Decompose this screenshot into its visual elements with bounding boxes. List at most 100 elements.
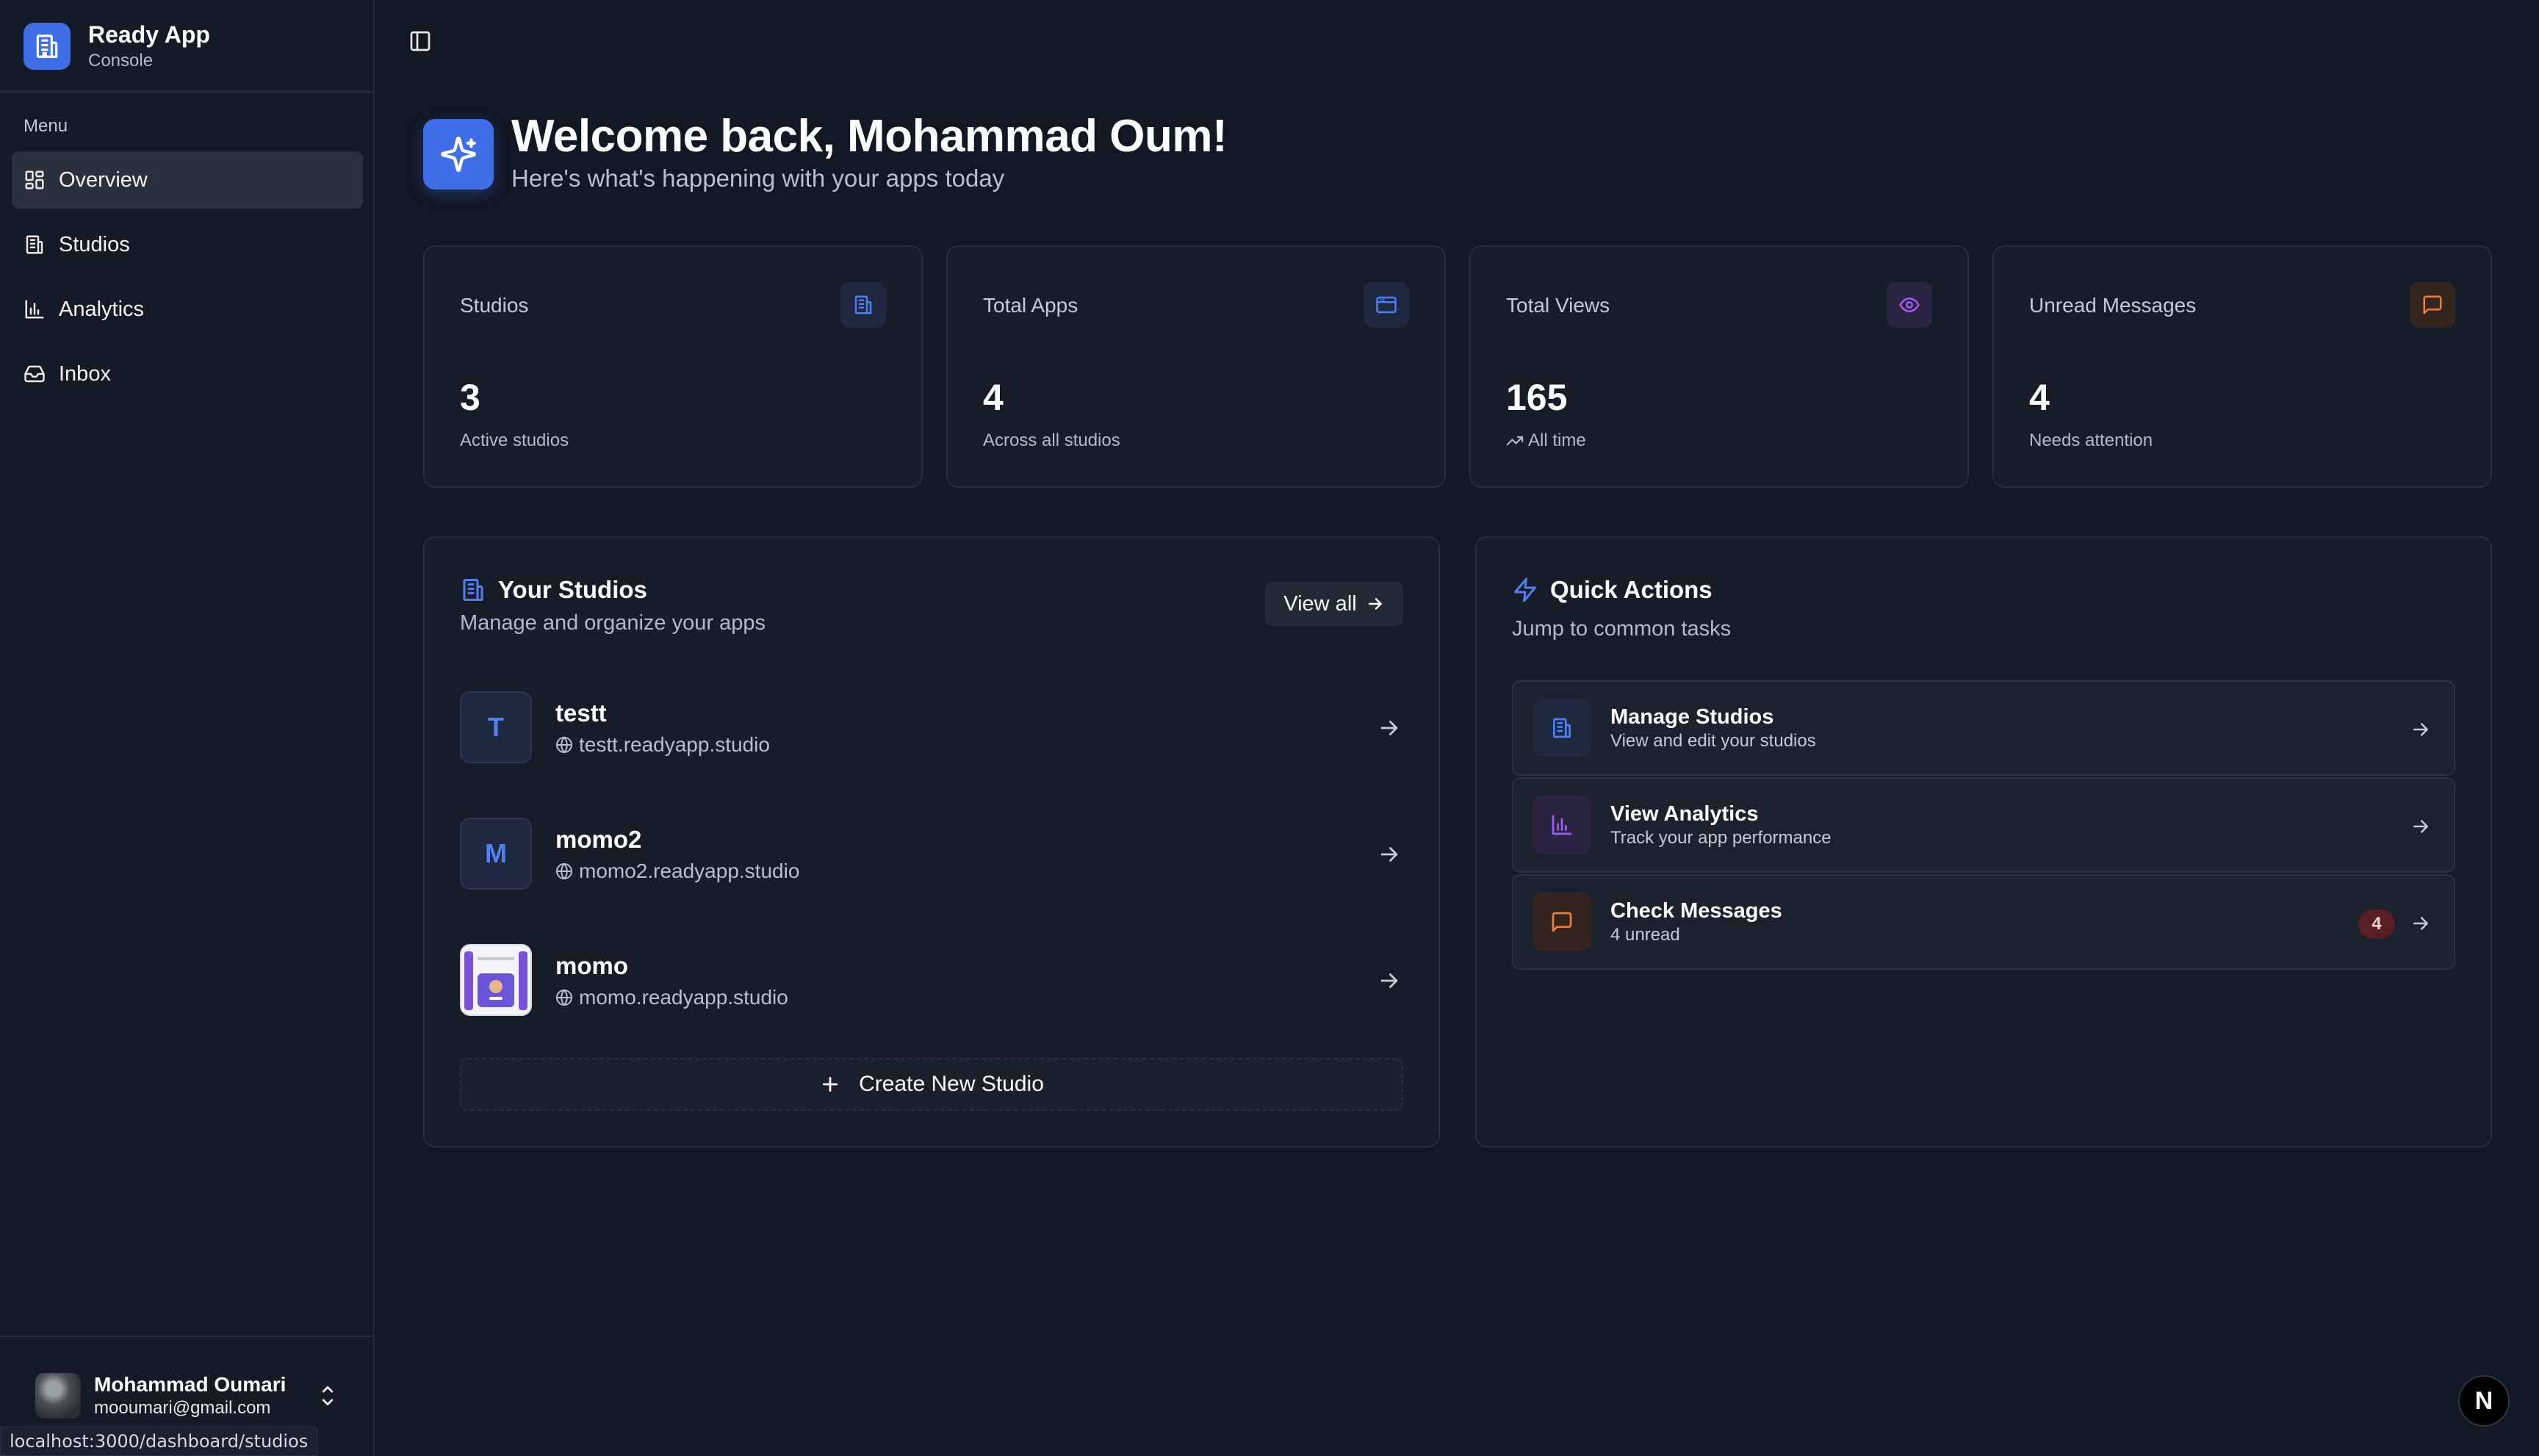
stat-value: 4 xyxy=(2029,377,2050,418)
studios-panel-subtitle: Manage and organize your apps xyxy=(460,611,766,635)
user-menu[interactable]: Mohammad Oumari mooumari@gmail.com xyxy=(35,1372,286,1419)
studio-domain-text: momo.readyapp.studio xyxy=(579,986,788,1009)
building-icon xyxy=(1533,699,1591,757)
studio-domain-text: momo2.readyapp.studio xyxy=(579,859,800,882)
studio-avatar: T xyxy=(460,691,532,763)
stat-title: Unread Messages xyxy=(2029,294,2197,317)
status-bar-url: localhost:3000/dashboard/studios xyxy=(0,1427,318,1456)
stat-card-total-views: Total Views 165 All time xyxy=(1469,245,1969,488)
stat-value: 3 xyxy=(460,377,480,418)
divider xyxy=(0,1336,375,1337)
stat-title: Total Apps xyxy=(983,294,1078,317)
inbox-icon xyxy=(24,365,45,383)
trending-up-icon xyxy=(1506,436,1524,446)
globe-icon xyxy=(556,863,572,879)
sidebar: Ready App Console Menu Overview Studios … xyxy=(0,0,375,1456)
quick-actions-subtitle: Jump to common tasks xyxy=(1512,617,1732,641)
studio-domain: momo2.readyapp.studio xyxy=(555,859,799,883)
arrow-right-icon[interactable] xyxy=(1377,968,1402,993)
stat-title: Studios xyxy=(460,294,529,317)
arrow-right-icon[interactable] xyxy=(1377,716,1402,740)
studio-name: momo2 xyxy=(555,826,642,853)
avatar xyxy=(35,1373,81,1419)
stat-caption: All time xyxy=(1506,430,1586,451)
section-title-text: Quick Actions xyxy=(1550,576,1713,603)
message-square-icon xyxy=(2410,282,2455,328)
brand-title: Ready App xyxy=(88,21,210,48)
quick-action-subtitle: 4 unread xyxy=(1610,925,1680,945)
studio-row-testt[interactable]: T testt testt.readyapp.studio xyxy=(460,691,1408,764)
sidebar-toggle-icon[interactable] xyxy=(408,29,432,53)
sidebar-item-analytics[interactable]: Analytics xyxy=(12,281,363,338)
studio-domain-text: testt.readyapp.studio xyxy=(579,733,770,756)
stat-card-total-apps: Total Apps 4 Across all studios xyxy=(946,245,1446,488)
brand-subtitle: Console xyxy=(88,51,154,71)
brand[interactable]: Ready App Console xyxy=(24,21,210,72)
building-icon xyxy=(840,282,886,328)
quick-actions-panel: Quick Actions Jump to common tasks Manag… xyxy=(1475,536,2492,1147)
studio-row-momo2[interactable]: M momo2 momo2.readyapp.studio xyxy=(460,817,1408,890)
sparkles-icon xyxy=(423,119,494,190)
create-new-studio-label: Create New Studio xyxy=(859,1072,1044,1096)
sidebar-item-overview[interactable]: Overview xyxy=(12,151,363,209)
divider xyxy=(0,91,375,93)
quick-action-manage-studios[interactable]: Manage Studios View and edit your studio… xyxy=(1512,680,2455,776)
bar-chart-icon xyxy=(1533,796,1591,854)
studio-avatar: M xyxy=(460,818,532,890)
stat-title: Total Views xyxy=(1506,294,1610,317)
studio-name: testt xyxy=(555,699,607,727)
quick-action-check-messages[interactable]: Check Messages 4 unread 4 xyxy=(1512,874,2455,970)
sidebar-item-label: Overview xyxy=(59,167,148,192)
arrow-right-icon xyxy=(2413,723,2428,736)
sidebar-item-studios[interactable]: Studios xyxy=(12,216,363,273)
studio-name: momo xyxy=(555,952,628,979)
stat-caption: Active studios xyxy=(460,430,569,451)
sidebar-item-label: Studios xyxy=(59,232,130,256)
quick-action-title: Check Messages xyxy=(1610,899,1782,923)
eye-icon xyxy=(1887,282,1932,328)
building-icon xyxy=(463,579,483,601)
sidebar-nav: Overview Studios Analytics Inbox xyxy=(12,151,363,410)
message-square-icon xyxy=(1533,893,1591,951)
stat-caption: Needs attention xyxy=(2029,430,2153,451)
user-name: Mohammad Oumari xyxy=(94,1373,287,1396)
create-new-studio-button[interactable]: Create New Studio xyxy=(460,1058,1403,1111)
stat-caption: Across all studios xyxy=(983,430,1120,451)
chevrons-up-down-icon[interactable] xyxy=(317,1381,338,1410)
zap-icon xyxy=(1514,577,1536,602)
stat-caption-text: Needs attention xyxy=(2029,430,2153,450)
globe-icon xyxy=(556,737,572,753)
quick-action-subtitle: Track your app performance xyxy=(1610,828,1832,848)
quick-actions-title: Quick Actions xyxy=(1512,576,1731,604)
view-all-button[interactable]: View all xyxy=(1265,582,1403,626)
unread-count-badge: 4 xyxy=(2358,909,2395,939)
nextjs-dev-indicator[interactable]: N xyxy=(2458,1375,2510,1427)
stat-card-studios: Studios 3 Active studios xyxy=(423,245,923,488)
stat-value: 4 xyxy=(983,377,1004,418)
studio-thumbnail xyxy=(460,944,532,1016)
layout-grid-icon xyxy=(25,170,44,190)
quick-action-title: View Analytics xyxy=(1610,802,1759,826)
section-title-text: Your Studios xyxy=(498,576,647,603)
quick-action-view-analytics[interactable]: View Analytics Track your app performanc… xyxy=(1512,777,2455,873)
studios-panel-title: Your Studios xyxy=(460,576,766,604)
view-all-label: View all xyxy=(1283,591,1357,616)
building-icon xyxy=(24,23,71,70)
studios-panel: Your Studios Manage and organize your ap… xyxy=(423,536,1440,1147)
stat-caption-text: All time xyxy=(1528,430,1586,450)
menu-label: Menu xyxy=(24,116,68,136)
arrow-right-icon xyxy=(2413,820,2428,833)
stat-caption-text: Active studios xyxy=(460,430,569,450)
page-title: Welcome back, Mohammad Oum! xyxy=(511,111,1228,162)
studio-row-momo[interactable]: momo momo.readyapp.studio xyxy=(460,943,1408,1017)
sidebar-item-inbox[interactable]: Inbox xyxy=(12,345,363,403)
studio-domain: testt.readyapp.studio xyxy=(555,733,770,757)
arrow-right-icon xyxy=(2413,917,2428,930)
stat-value: 165 xyxy=(1506,377,1568,418)
plus-icon xyxy=(822,1076,838,1092)
quick-action-subtitle: View and edit your studios xyxy=(1610,731,1816,751)
arrow-right-icon[interactable] xyxy=(1377,842,1402,867)
app-window-icon xyxy=(1364,282,1409,328)
stat-card-unread-messages: Unread Messages 4 Needs attention xyxy=(1992,245,2492,488)
sidebar-item-label: Inbox xyxy=(59,361,111,386)
